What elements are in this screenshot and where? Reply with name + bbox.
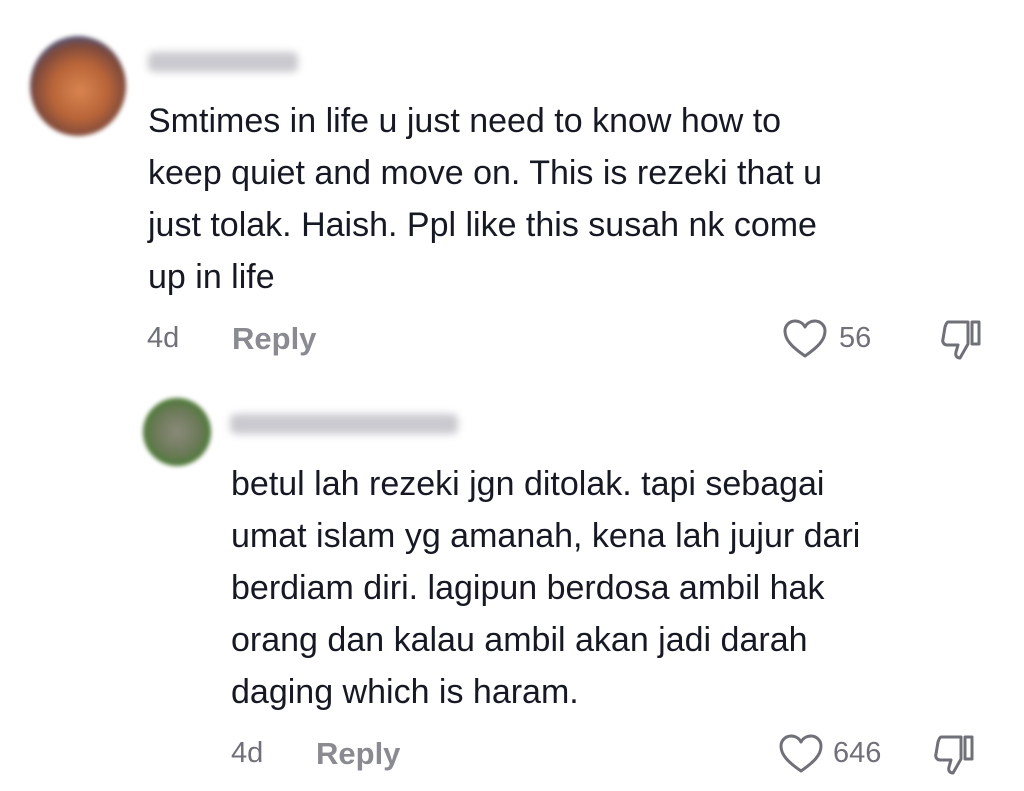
heart-icon[interactable] [782,318,828,360]
comment-text: Smtimes in life u just need to know how … [148,102,823,296]
like-count: 56 [839,322,872,354]
heart-icon[interactable] [778,733,824,775]
comment-text: betul lah rezeki jgn ditolak. tapi sebag… [231,465,861,711]
username-blurred[interactable] [230,414,458,434]
avatar[interactable] [30,36,126,136]
thumbs-down-icon[interactable] [938,318,984,362]
avatar[interactable] [143,398,211,466]
thumbs-down-icon[interactable] [931,733,977,777]
reply-button[interactable]: Reply [316,736,400,772]
comment-timestamp: 4d [147,322,180,354]
like-count: 646 [833,737,882,769]
reply-button[interactable]: Reply [232,321,316,357]
comment-timestamp: 4d [231,737,264,769]
username-blurred[interactable] [148,52,298,72]
